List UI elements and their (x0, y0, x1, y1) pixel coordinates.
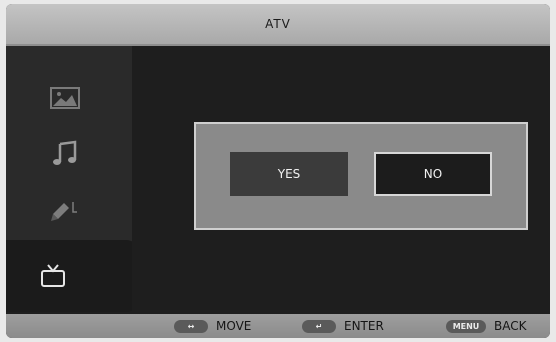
tv-screen: ATV YES NO ↔ MOVE ↵ ENTER MENU BACK (6, 4, 550, 338)
yes-button[interactable]: YES (230, 152, 348, 196)
sidebar-item-tv[interactable] (6, 240, 140, 312)
hint-enter: ↵ ENTER (302, 316, 384, 336)
menu-key: MENU (446, 319, 486, 333)
tv-icon (41, 264, 65, 287)
title-bar: ATV (6, 4, 550, 46)
sidebar-item-picture[interactable] (36, 70, 94, 126)
sidebar-item-setup[interactable] (36, 182, 94, 238)
enter-label: ENTER (344, 319, 384, 333)
sidebar (6, 46, 140, 312)
back-label: BACK (494, 319, 527, 333)
page-title: ATV (265, 17, 291, 31)
enter-icon: ↵ (302, 319, 336, 333)
main-panel: YES NO (132, 46, 550, 314)
no-button[interactable]: NO (374, 152, 492, 196)
picture-icon (50, 87, 80, 109)
music-note-icon (53, 140, 77, 165)
edit-icon (51, 202, 77, 221)
hint-back: MENU BACK (446, 316, 526, 336)
hint-move: ↔ MOVE (174, 316, 251, 336)
confirm-dialog: YES NO (194, 122, 528, 230)
move-arrows-icon: ↔ (174, 319, 208, 333)
footer-hints: ↔ MOVE ↵ ENTER MENU BACK (6, 314, 550, 338)
sidebar-item-music[interactable] (36, 126, 94, 182)
move-label: MOVE (216, 319, 252, 333)
